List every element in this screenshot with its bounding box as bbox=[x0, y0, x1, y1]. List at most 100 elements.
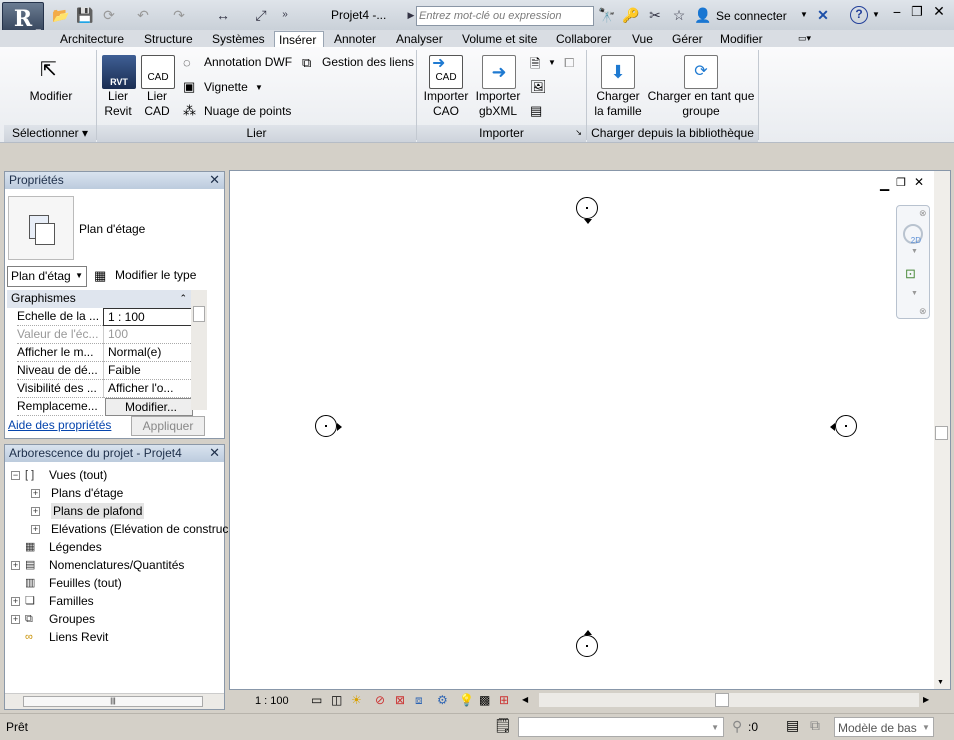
collapse-icon[interactable]: − bbox=[11, 471, 20, 480]
hscroll-right-icon[interactable]: ▶ bbox=[923, 695, 929, 704]
tab-1[interactable]: Structure bbox=[140, 31, 202, 48]
load-as-group-button[interactable]: Charger en tant que groupe bbox=[646, 89, 756, 119]
hscroll-left-icon[interactable]: ◀ bbox=[522, 695, 528, 704]
decal-button[interactable]: Vignette bbox=[204, 80, 248, 94]
temp-view-props-icon[interactable]: ▩ bbox=[479, 693, 490, 707]
search-input[interactable]: Entrez mot-clé ou expression bbox=[416, 6, 594, 26]
view-vertical-scrollbar[interactable]: ▼ bbox=[934, 171, 950, 689]
tab-10[interactable]: Modifier bbox=[716, 31, 774, 48]
favorites-star-icon[interactable]: ☆ bbox=[670, 6, 688, 24]
type-selector-dropdown[interactable]: Plan d'étag ▼ bbox=[7, 266, 87, 287]
apply-button[interactable]: Appliquer bbox=[131, 416, 205, 436]
link-revit-button[interactable]: Lier Revit bbox=[96, 89, 140, 119]
panel-select[interactable]: Sélectionner ▾ bbox=[4, 125, 96, 142]
tab-9[interactable]: Gérer bbox=[668, 31, 708, 48]
sun-path-icon[interactable]: ☀ bbox=[351, 693, 362, 707]
elevation-marker-south[interactable] bbox=[576, 635, 598, 657]
active-workset-dropdown[interactable]: ▼ bbox=[518, 717, 724, 737]
property-value[interactable]: Normal(e) bbox=[103, 344, 193, 362]
property-row[interactable]: Remplaceme... Modifier... bbox=[9, 398, 193, 416]
sign-in-caret-icon[interactable]: ▼ bbox=[800, 10, 808, 19]
properties-scrollbar[interactable] bbox=[191, 290, 207, 410]
expand-icon[interactable]: + bbox=[31, 489, 40, 498]
graphics-section-header[interactable]: Graphismes ⌃ bbox=[7, 290, 191, 308]
expand-icon[interactable]: + bbox=[31, 525, 40, 534]
analytical-model-icon[interactable]: ⊞ bbox=[499, 693, 509, 707]
import-cad-button[interactable]: Importer CAO bbox=[418, 89, 474, 119]
view-horizontal-scrollbar[interactable] bbox=[539, 693, 919, 707]
dwf-markup-button[interactable]: Annotation DWF bbox=[204, 55, 292, 69]
browser-tree-item[interactable]: Plans d'étage bbox=[51, 485, 123, 501]
view-close-icon[interactable]: ✕ bbox=[914, 175, 924, 189]
browser-tree-item[interactable]: Feuilles (tout) bbox=[49, 575, 122, 591]
point-cloud-button[interactable]: Nuage de points bbox=[204, 104, 291, 118]
tab-8[interactable]: Vue bbox=[628, 31, 660, 48]
tab-7[interactable]: Collaborer bbox=[552, 31, 616, 48]
elevation-marker-north[interactable] bbox=[576, 197, 598, 219]
tab-3[interactable]: Insérer bbox=[274, 31, 324, 48]
zoom-caret-icon[interactable]: ▼ bbox=[911, 290, 918, 297]
expand-icon[interactable]: + bbox=[11, 615, 20, 624]
zoom-region-icon[interactable]: ⊡ bbox=[905, 266, 916, 282]
editable-only-icon[interactable]: ▤ bbox=[786, 717, 799, 734]
user-icon[interactable]: 👤 bbox=[694, 6, 712, 24]
drawing-area[interactable]: ▁ ❐ ✕ ⊗ 2D ▼ ⊡ ▼ ⊗ ▼ bbox=[229, 170, 951, 690]
expand-icon[interactable]: + bbox=[31, 507, 40, 516]
close-window-icon[interactable]: ✕ bbox=[930, 3, 948, 21]
browser-tree-item[interactable]: Liens Revit bbox=[49, 629, 108, 645]
key-icon[interactable]: 🔑 bbox=[622, 6, 640, 24]
tab-2[interactable]: Systèmes bbox=[208, 31, 272, 48]
browser-tree-item[interactable]: Plans de plafond bbox=[51, 503, 145, 519]
property-row[interactable]: Valeur de l'éc... 100 bbox=[9, 326, 193, 344]
edit-type-button[interactable]: Modifier le type bbox=[115, 268, 196, 282]
manage-images-icon[interactable]: ▤ bbox=[530, 103, 542, 119]
property-row[interactable]: Echelle de la ... 1 : 100 bbox=[9, 308, 193, 326]
main-model-dropdown[interactable]: Modèle de bas bbox=[834, 717, 934, 737]
browser-scroll-thumb[interactable]: ||| bbox=[23, 696, 203, 707]
property-value[interactable]: Faible bbox=[103, 362, 193, 380]
properties-help-link[interactable]: Aide des propriétés bbox=[8, 418, 111, 432]
help-icon[interactable]: ? bbox=[850, 6, 868, 24]
link-cad-button[interactable]: Lier CAD bbox=[137, 89, 177, 119]
model-caret-icon[interactable]: ▼ bbox=[922, 723, 930, 732]
filter-icon[interactable]: ⚲ bbox=[732, 718, 742, 735]
close-project-browser-icon[interactable]: ✕ bbox=[209, 445, 220, 461]
browser-tree-item[interactable]: Familles bbox=[49, 593, 94, 609]
image-icon[interactable]: 🖼 bbox=[530, 79, 547, 95]
minimize-window-icon[interactable]: − bbox=[888, 4, 906, 22]
view-vscroll-thumb[interactable] bbox=[935, 426, 948, 440]
browser-tree-item[interactable]: Légendes bbox=[49, 539, 102, 555]
redo-icon[interactable]: ↷ bbox=[170, 6, 188, 24]
expand-icon[interactable]: + bbox=[11, 597, 20, 606]
ribbon-minimize-icon[interactable]: ▭▾ bbox=[798, 33, 811, 44]
property-row[interactable]: Niveau de dé... Faible bbox=[9, 362, 193, 380]
nav-bar-options-icon[interactable]: ⊗ bbox=[919, 306, 927, 317]
manage-links-button[interactable]: Gestion des liens bbox=[322, 55, 414, 69]
properties-scroll-thumb[interactable] bbox=[193, 306, 205, 322]
save-icon[interactable]: 💾 bbox=[76, 6, 94, 24]
view-scale[interactable]: 1 : 100 bbox=[255, 695, 289, 707]
steering-wheel-2d-icon[interactable]: 2D bbox=[903, 224, 923, 245]
exchange-x-icon[interactable]: ✕ bbox=[814, 6, 832, 24]
view-minimize-icon[interactable]: ▁ bbox=[880, 177, 889, 191]
load-as-group-small-icon[interactable]: ⧠ bbox=[564, 55, 574, 71]
view-hscroll-thumb[interactable] bbox=[715, 693, 729, 707]
modify-button[interactable]: Modifier bbox=[20, 89, 82, 104]
insert-from-file-icon[interactable]: 🗎 bbox=[530, 55, 540, 77]
sync-icon[interactable]: ⟳ bbox=[100, 6, 118, 24]
temp-hide-icon[interactable]: ⚙ bbox=[437, 693, 448, 707]
insert-caret-icon[interactable]: ▼ bbox=[548, 58, 556, 67]
binoculars-icon[interactable]: 🔭 bbox=[598, 6, 616, 24]
property-row[interactable]: Visibilité des ... Afficher l'o... bbox=[9, 380, 193, 398]
worksets-icon[interactable]: 🗒 bbox=[494, 717, 512, 734]
open-icon[interactable]: 📂 bbox=[52, 6, 70, 24]
aligned-dimension-icon[interactable]: ⤢ bbox=[252, 6, 270, 24]
design-options-icon[interactable]: ⧉ bbox=[810, 717, 820, 734]
measure-icon[interactable]: ↔ bbox=[214, 6, 232, 24]
visual-style-icon[interactable]: ◫ bbox=[331, 693, 342, 707]
browser-tree-item[interactable]: Elévations (Elévation de construc bbox=[51, 521, 228, 537]
browser-tree-item[interactable]: Nomenclatures/Quantités bbox=[49, 557, 184, 573]
expand-qat-icon[interactable]: » bbox=[276, 6, 294, 24]
undo-icon[interactable]: ↶ bbox=[134, 6, 152, 24]
tab-0[interactable]: Architecture bbox=[56, 31, 130, 48]
